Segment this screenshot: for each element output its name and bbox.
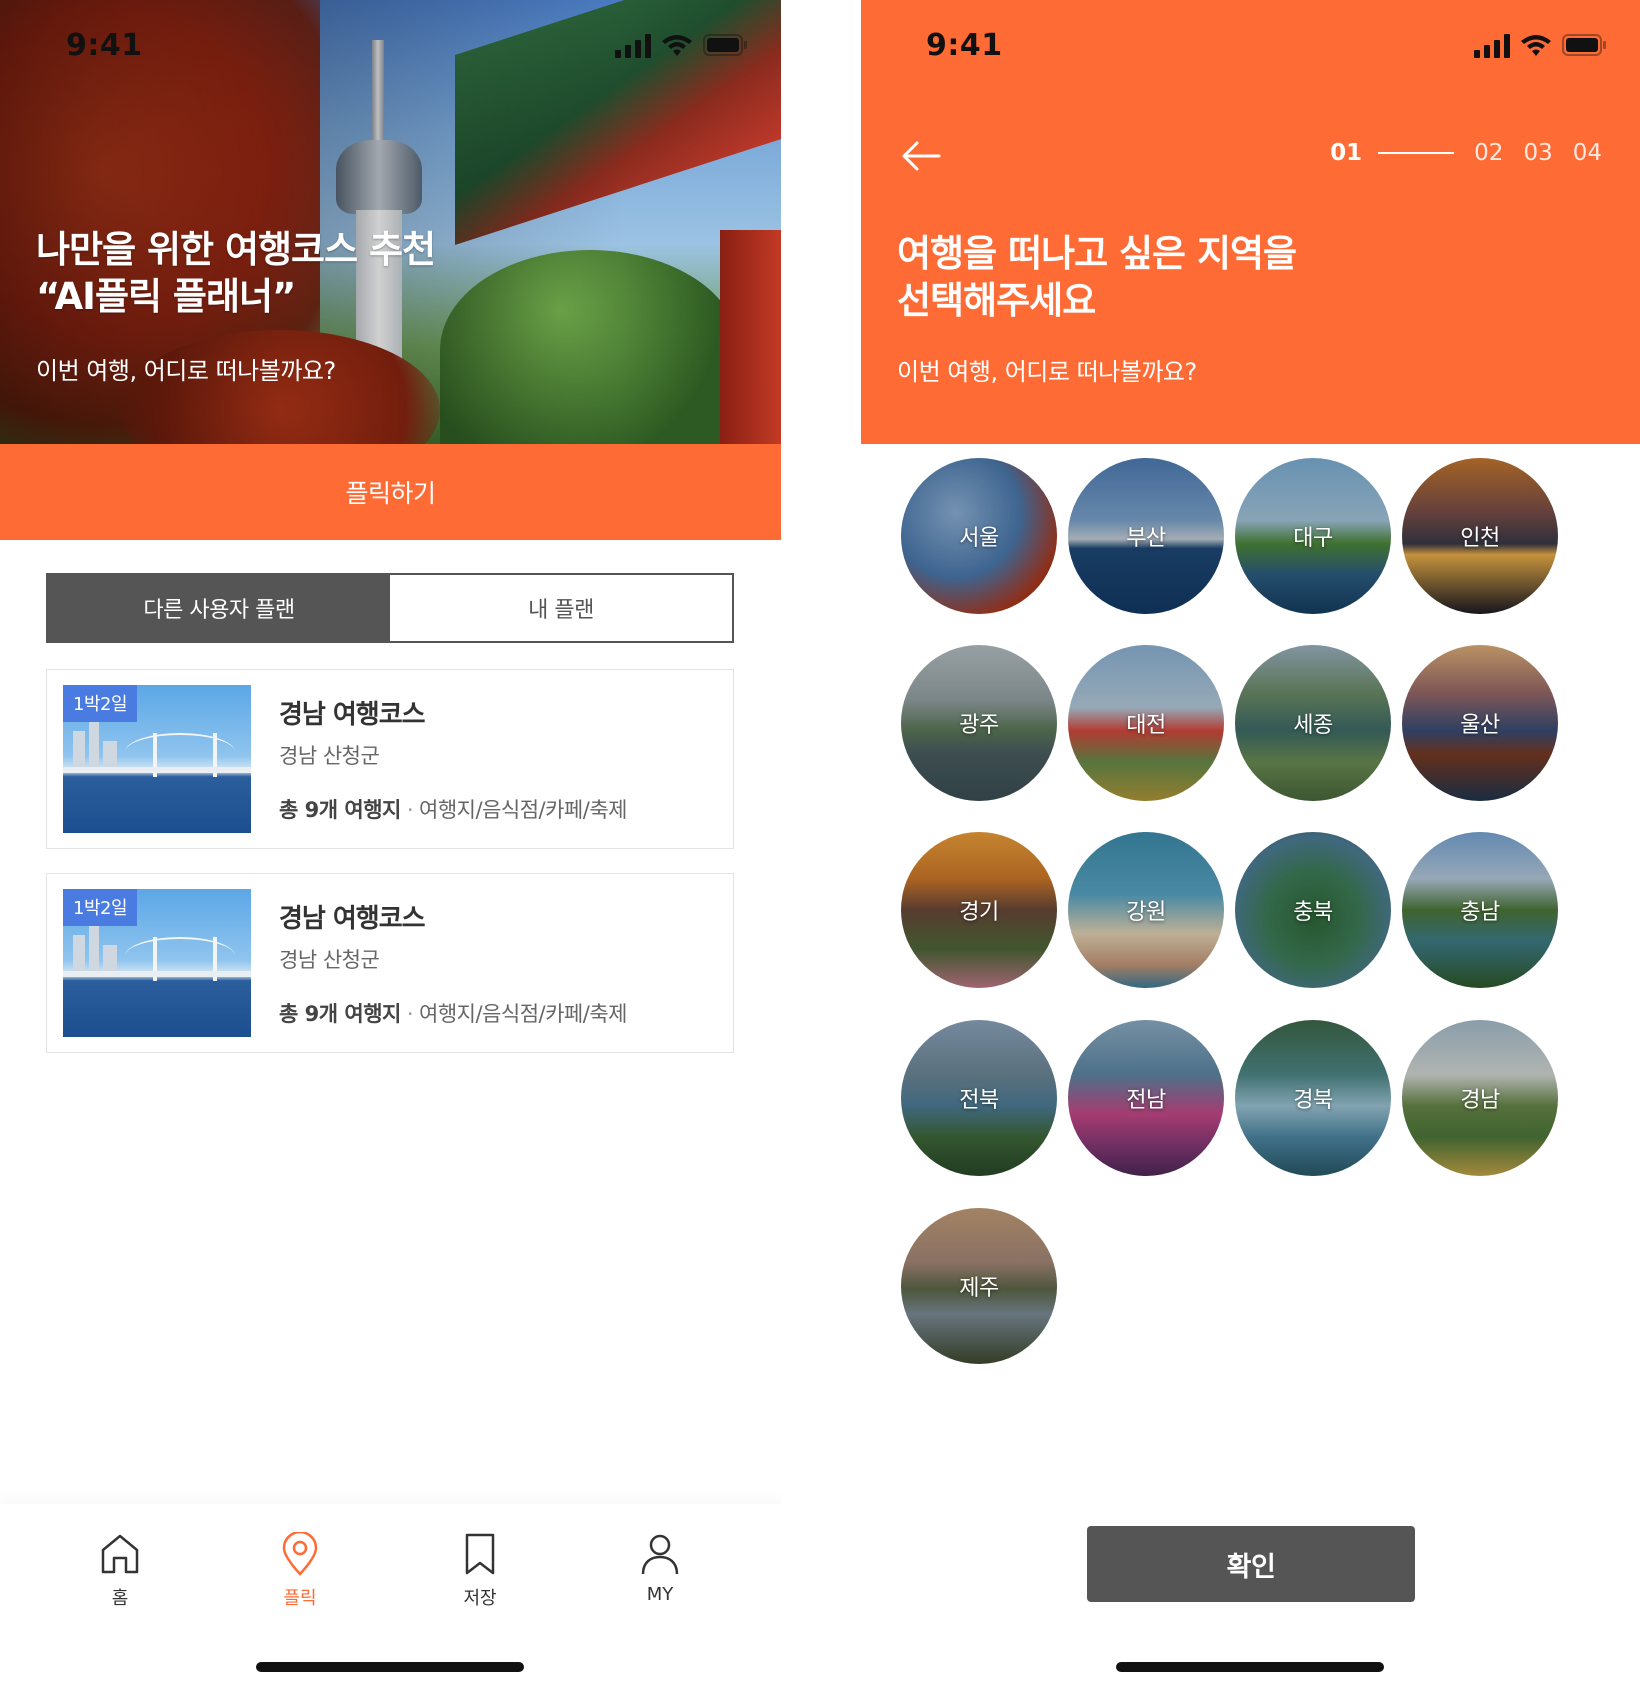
region-circle[interactable]: 전남 — [1068, 1020, 1224, 1176]
course-categories: 여행지/음식점/카페/축제 — [419, 798, 627, 822]
step-4: 04 — [1572, 140, 1602, 166]
duration-badge: 1박2일 — [63, 889, 138, 926]
duration-badge: 1박2일 — [63, 685, 138, 722]
region-label: 경기 — [959, 900, 999, 925]
status-bar: 9:41 — [0, 0, 781, 92]
status-bar: 9:41 — [861, 0, 1640, 92]
region-circle[interactable]: 인천 — [1402, 458, 1558, 614]
region-label: 강원 — [1126, 900, 1166, 925]
hero-subtitle: 이번 여행, 어디로 떠나볼까요? — [36, 357, 336, 385]
region-circle[interactable]: 제주 — [901, 1208, 1057, 1364]
region-circle[interactable]: 경기 — [901, 832, 1057, 988]
region-circle[interactable]: 강원 — [1068, 832, 1224, 988]
region-label: 충북 — [1293, 900, 1333, 925]
region-label: 인천 — [1460, 526, 1500, 551]
region-circle[interactable]: 경북 — [1235, 1020, 1391, 1176]
region-circle[interactable]: 대전 — [1068, 645, 1224, 801]
course-location: 경남 산청군 — [279, 948, 380, 972]
course-thumbnail: 1박2일 — [63, 889, 251, 1037]
home-indicator — [256, 1662, 524, 1672]
nav-plick[interactable]: 플릭 — [250, 1532, 350, 1610]
meta-separator: · — [406, 1002, 414, 1026]
spot-count: 총 9개 여행지 — [279, 1002, 401, 1026]
plick-button[interactable]: 플릭하기 — [0, 444, 781, 540]
wifi-icon — [662, 35, 692, 56]
region-label: 서울 — [959, 526, 999, 551]
step-2: 02 — [1474, 140, 1504, 166]
tab-other-users-plan[interactable]: 다른 사용자 플랜 — [48, 575, 390, 641]
step-progress-line — [1378, 152, 1455, 154]
meta-separator: · — [406, 798, 414, 822]
course-thumbnail: 1박2일 — [63, 685, 251, 833]
step-3: 03 — [1523, 140, 1553, 166]
course-title: 경남 여행코스 — [279, 904, 426, 934]
status-time: 9:41 — [66, 28, 143, 63]
region-circle[interactable]: 경남 — [1402, 1020, 1558, 1176]
cellular-signal-icon — [1474, 34, 1510, 58]
region-label: 대구 — [1293, 526, 1333, 551]
question-title: 여행을 떠나고 싶은 지역을 선택해주세요 — [897, 232, 1297, 322]
course-meta: 총 9개 여행지 · 여행지/음식점/카페/축제 — [279, 998, 627, 1028]
region-label: 제주 — [959, 1276, 999, 1301]
nav-home[interactable]: 홈 — [70, 1532, 170, 1610]
region-label: 울산 — [1460, 713, 1500, 738]
battery-icon — [703, 34, 747, 56]
hero-title: 나만을 위한 여행코스 추천 “AI플릭 플래너” — [36, 228, 436, 318]
region-circle[interactable]: 전북 — [901, 1020, 1057, 1176]
region-circle[interactable]: 세종 — [1235, 645, 1391, 801]
region-label: 전북 — [959, 1088, 999, 1113]
step-current: 01 — [1330, 140, 1363, 166]
cellular-signal-icon — [615, 34, 651, 58]
back-arrow-icon[interactable] — [901, 140, 941, 172]
home-icon — [101, 1534, 139, 1574]
wifi-icon — [1521, 35, 1551, 56]
region-label: 경남 — [1460, 1088, 1500, 1113]
region-circle[interactable]: 부산 — [1068, 458, 1224, 614]
nav-saved[interactable]: 저장 — [430, 1532, 530, 1610]
step-indicator: 01 02 03 04 — [1330, 140, 1602, 166]
question-subtitle: 이번 여행, 어디로 떠나볼까요? — [897, 358, 1197, 386]
course-categories: 여행지/음식점/카페/축제 — [419, 1002, 627, 1026]
plan-tabs: 다른 사용자 플랜 내 플랜 — [46, 573, 734, 643]
nav-my[interactable]: MY — [610, 1532, 710, 1605]
region-circle[interactable]: 충북 — [1235, 832, 1391, 988]
course-title: 경남 여행코스 — [279, 700, 426, 730]
region-label: 광주 — [959, 713, 999, 738]
region-label: 부산 — [1126, 526, 1166, 551]
bookmark-icon — [465, 1533, 495, 1575]
home-indicator — [1116, 1662, 1384, 1672]
bottom-navigation: 홈 플릭 저장 MY — [0, 1504, 781, 1688]
tab-my-plan[interactable]: 내 플랜 — [390, 575, 732, 641]
region-circle[interactable]: 서울 — [901, 458, 1057, 614]
region-label: 세종 — [1293, 713, 1333, 738]
region-circle[interactable]: 광주 — [901, 645, 1057, 801]
screen-region-select: 01 02 03 04 여행을 떠나고 싶은 지역을 선택해주세요 이번 여행,… — [861, 0, 1640, 1688]
region-circle[interactable]: 대구 — [1235, 458, 1391, 614]
spot-count: 총 9개 여행지 — [279, 798, 401, 822]
course-location: 경남 산청군 — [279, 744, 380, 768]
course-meta: 총 9개 여행지 · 여행지/음식점/카페/축제 — [279, 794, 627, 824]
region-label: 전남 — [1126, 1088, 1166, 1113]
confirm-button[interactable]: 확인 — [1087, 1526, 1415, 1602]
region-circle[interactable]: 충남 — [1402, 832, 1558, 988]
screen-plick-home: 나만을 위한 여행코스 추천 “AI플릭 플래너” 이번 여행, 어디로 떠나볼… — [0, 0, 781, 1688]
course-card[interactable]: 1박2일 경남 여행코스 경남 산청군 총 9개 여행지 · 여행지/음식점/카페/… — [46, 873, 734, 1053]
region-label: 대전 — [1126, 713, 1166, 738]
course-card[interactable]: 1박2일 경남 여행코스 경남 산청군 총 9개 여행지 · 여행지/음식점/카페/… — [46, 669, 734, 849]
region-circle[interactable]: 울산 — [1402, 645, 1558, 801]
location-pin-icon — [282, 1532, 318, 1576]
user-icon — [641, 1534, 679, 1575]
region-label: 경북 — [1293, 1088, 1333, 1113]
status-time: 9:41 — [926, 28, 1003, 63]
region-label: 충남 — [1460, 900, 1500, 925]
battery-icon — [1562, 34, 1606, 56]
